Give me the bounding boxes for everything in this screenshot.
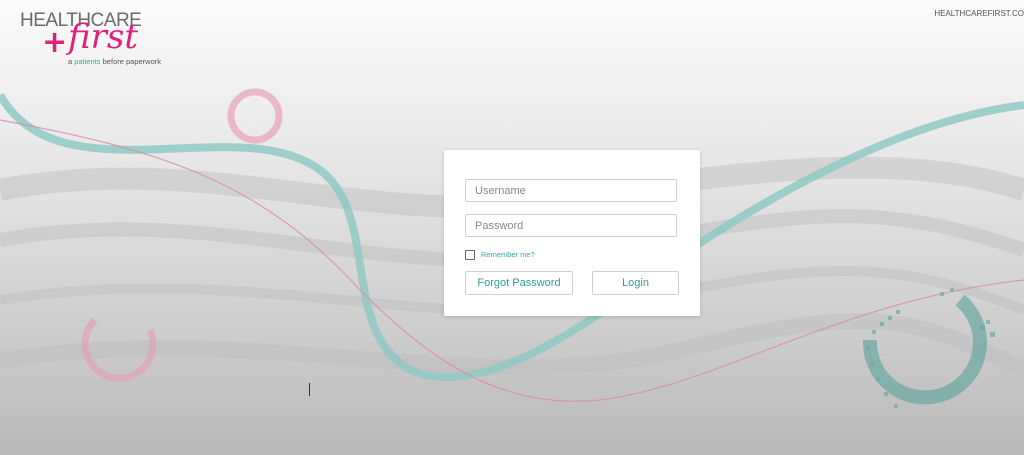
site-link[interactable]: HEALTHCAREFIRST.CO: [934, 9, 1024, 18]
remember-me-option[interactable]: Remember me?: [465, 249, 535, 260]
login-button[interactable]: Login: [592, 271, 679, 295]
username-input[interactable]: [465, 179, 677, 202]
checkbox-unchecked-icon[interactable]: [465, 249, 475, 260]
tagline-prefix: a: [68, 57, 73, 66]
healthcarefirst-logo[interactable]: HEALTHCARE + first a patients before pap…: [18, 6, 188, 70]
logo-plus-icon: +: [42, 25, 68, 60]
login-panel: Remember me? Forgot Password Login: [444, 150, 700, 316]
logo-wordmark-first: first: [68, 17, 139, 57]
password-input[interactable]: [465, 214, 677, 237]
logo-tagline: a patients before paperwork: [68, 57, 161, 66]
remember-me-label[interactable]: Remember me?: [481, 250, 535, 259]
forgot-password-button[interactable]: Forgot Password: [465, 271, 573, 295]
text-cursor: [309, 383, 310, 396]
tagline-accent: patients: [74, 57, 101, 66]
tagline-rest: before paperwork: [102, 57, 162, 66]
